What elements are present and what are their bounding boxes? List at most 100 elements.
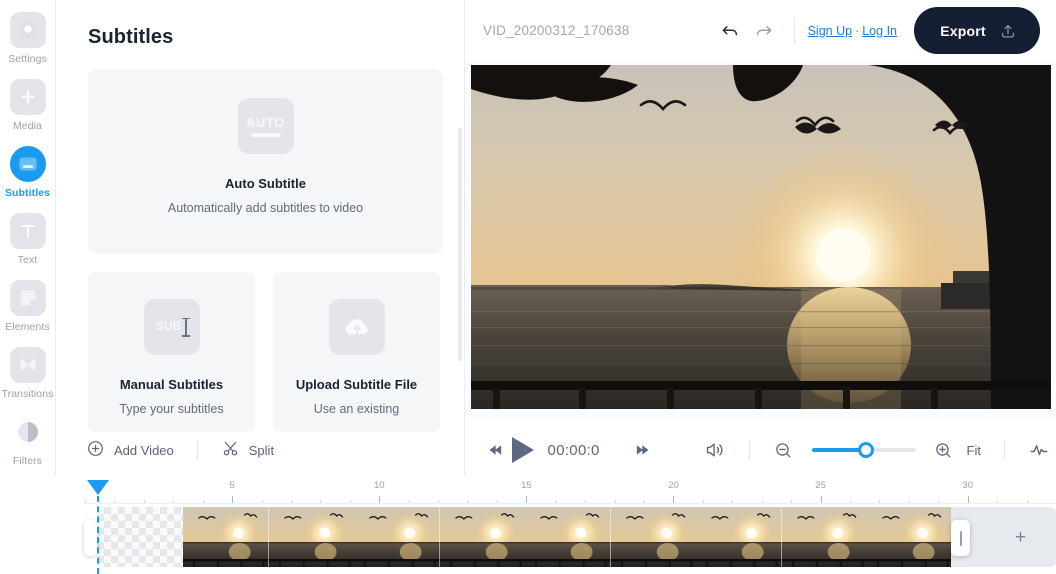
undo-arrow-icon[interactable] bbox=[713, 14, 747, 48]
add-video-button[interactable]: Add Video bbox=[80, 435, 180, 465]
auth-separator: · bbox=[855, 23, 860, 38]
export-button[interactable]: Export bbox=[914, 7, 1040, 54]
redo-arrow-icon[interactable] bbox=[747, 14, 781, 48]
ruler-tick-label: 20 bbox=[668, 480, 679, 491]
volume-icon[interactable] bbox=[698, 433, 732, 467]
filmstrip-frame bbox=[354, 507, 440, 567]
playhead[interactable] bbox=[87, 480, 109, 574]
filmstrip-frame bbox=[696, 507, 782, 567]
auto-subtitle-desc: Automatically add subtitles to video bbox=[167, 201, 364, 215]
text-caret-icon bbox=[182, 317, 190, 337]
filmstrip-frame bbox=[268, 507, 354, 567]
upload-cloud-icon bbox=[328, 299, 385, 355]
video-preview-stage bbox=[466, 61, 1056, 418]
ruler-tick-label: 5 bbox=[229, 480, 235, 491]
sidebar-label: Text bbox=[17, 254, 38, 266]
contrast-circle-icon bbox=[10, 414, 46, 450]
sidebar-label: Filters bbox=[12, 455, 43, 467]
filmstrip-frame bbox=[781, 507, 867, 567]
timeline[interactable]: 5 10 15 20 25 30 + bbox=[0, 476, 1056, 574]
video-clip-filmstrip[interactable] bbox=[183, 507, 951, 567]
manual-subtitles-card[interactable]: SUB Manual Subtitles Type your subtitles bbox=[88, 272, 255, 432]
clip-left-handle[interactable] bbox=[84, 520, 97, 556]
subtitles-options: AUTO Auto Subtitle Automatically add sub… bbox=[57, 49, 464, 432]
split-button[interactable]: Split bbox=[215, 435, 280, 465]
text-t-icon bbox=[9, 213, 46, 249]
filmstrip-frame bbox=[610, 507, 696, 567]
manual-subtitles-desc: Type your subtitles bbox=[119, 402, 224, 416]
sidebar-label: Elements bbox=[5, 321, 50, 333]
timeline-track[interactable]: + bbox=[84, 507, 1056, 567]
sidebar-item-transitions[interactable]: Transitions bbox=[0, 347, 55, 400]
sidebar-label: Transitions bbox=[1, 388, 54, 400]
log-in-link[interactable]: Log In bbox=[862, 24, 897, 38]
manual-tile-text: SUB bbox=[156, 321, 182, 333]
split-label: Split bbox=[248, 442, 275, 458]
upload-subtitle-desc: Use an existing bbox=[313, 402, 400, 416]
transitions-bowtie-icon bbox=[9, 347, 46, 383]
upload-subtitle-title: Upload Subtitle File bbox=[295, 377, 418, 392]
auto-tile-text: AUTO bbox=[246, 115, 285, 130]
subtitle-card-row: SUB Manual Subtitles Type your subtitles… bbox=[88, 272, 440, 432]
elements-shape-icon bbox=[9, 280, 46, 316]
plus-square-icon bbox=[9, 79, 46, 115]
sidebar-item-text[interactable]: Text bbox=[0, 213, 55, 266]
add-video-label: Add Video bbox=[114, 442, 174, 458]
plus-icon[interactable]: + bbox=[981, 528, 1026, 547]
scissors-icon bbox=[221, 439, 240, 461]
play-icon[interactable] bbox=[511, 437, 534, 463]
ruler-tick-label: 10 bbox=[373, 480, 385, 491]
auto-tile-bar bbox=[250, 133, 281, 137]
editor-toolbar: Add Video Split 00:00:0 Fit bbox=[80, 424, 1056, 476]
toolbar-divider-2 bbox=[748, 440, 750, 460]
sidebar-item-filters[interactable]: Filters bbox=[0, 414, 55, 467]
export-label: Export bbox=[940, 22, 986, 39]
auth-links: Sign Up · Log In bbox=[808, 24, 897, 38]
auto-subtitle-icon: AUTO bbox=[237, 98, 294, 154]
sidebar-item-settings[interactable]: Settings bbox=[0, 12, 55, 65]
ruler-baseline bbox=[85, 503, 1056, 504]
ruler-tick-label: 30 bbox=[962, 480, 974, 491]
timeline-ruler[interactable]: 5 10 15 20 25 30 bbox=[85, 480, 1056, 504]
sidebar-item-subtitles[interactable]: Subtitles bbox=[0, 146, 55, 199]
skip-forward-icon[interactable] bbox=[626, 433, 660, 467]
settings-hexagon-icon bbox=[9, 12, 46, 48]
zoom-in-icon[interactable] bbox=[927, 433, 961, 467]
playhead-line bbox=[97, 496, 99, 574]
sidebar-item-elements[interactable]: Elements bbox=[0, 280, 55, 333]
clip-right-handle[interactable] bbox=[951, 520, 970, 556]
handle-grip bbox=[959, 530, 962, 546]
toolbar-divider-3 bbox=[1004, 440, 1005, 460]
ruler-tick-label: 25 bbox=[815, 480, 826, 491]
filmstrip-frame bbox=[439, 507, 525, 567]
skip-backward-icon[interactable] bbox=[478, 433, 512, 467]
sidebar-label: Settings bbox=[8, 53, 47, 65]
auto-subtitle-title: Auto Subtitle bbox=[225, 176, 306, 191]
sign-up-link[interactable]: Sign Up bbox=[808, 24, 852, 38]
toolbar-divider bbox=[196, 440, 198, 460]
upload-subtitle-card[interactable]: Upload Subtitle File Use an existing bbox=[273, 272, 440, 432]
current-time: 00:00:0 bbox=[547, 441, 600, 459]
filmstrip-frame bbox=[183, 507, 269, 567]
transparent-region bbox=[97, 507, 194, 567]
plus-circle-icon bbox=[86, 439, 105, 461]
upload-icon bbox=[999, 22, 1017, 40]
sidebar-label: Subtitles bbox=[4, 187, 51, 199]
auto-subtitle-card[interactable]: AUTO Auto Subtitle Automatically add sub… bbox=[88, 69, 443, 254]
sidebar-label: Media bbox=[12, 120, 43, 132]
zoom-out-icon[interactable] bbox=[767, 433, 801, 467]
header-divider bbox=[793, 17, 795, 44]
timeline-zoom-slider[interactable] bbox=[811, 441, 916, 459]
subtitles-icon bbox=[9, 146, 46, 182]
slider-thumb[interactable] bbox=[857, 442, 874, 458]
sidebar-item-media[interactable]: Media bbox=[0, 79, 55, 132]
panel-scrollbar[interactable] bbox=[458, 128, 462, 361]
ruler-tick-label: 15 bbox=[521, 480, 532, 491]
project-filename[interactable]: VID_20200312_170638 bbox=[483, 23, 629, 38]
manual-subtitles-icon: SUB bbox=[143, 299, 200, 355]
header-actions: Sign Up · Log In Export bbox=[713, 7, 1056, 54]
audio-waveform-icon[interactable] bbox=[1022, 433, 1056, 467]
video-frame-image bbox=[471, 65, 1051, 409]
video-player[interactable] bbox=[471, 65, 1051, 409]
fit-button[interactable]: Fit bbox=[961, 440, 987, 461]
